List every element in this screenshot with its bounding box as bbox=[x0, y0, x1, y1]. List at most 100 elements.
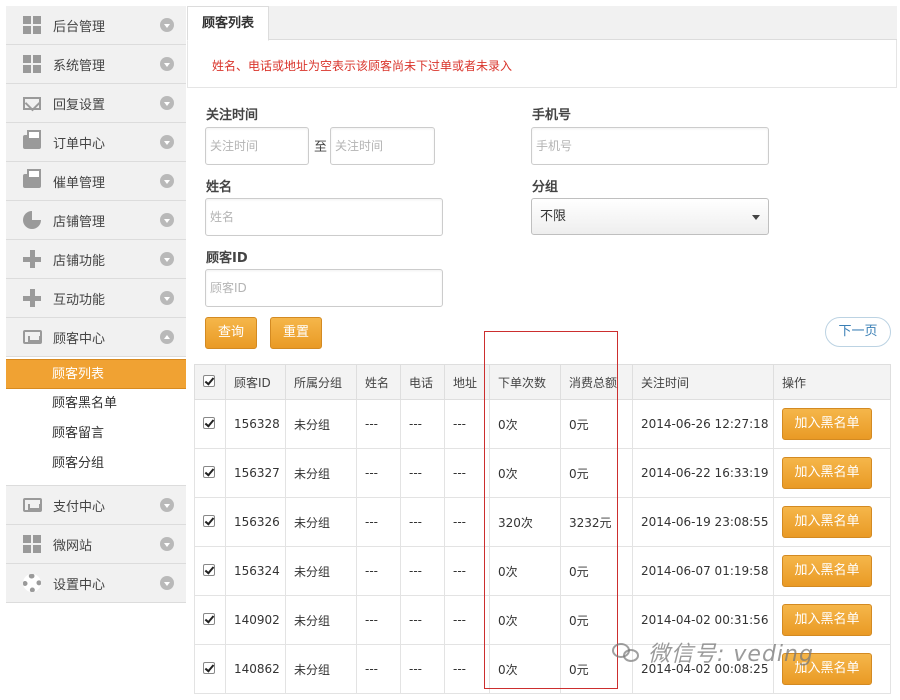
sidebar-item-label: 顾客中心 bbox=[53, 331, 106, 347]
phone-input[interactable] bbox=[531, 127, 769, 165]
cell-phone: --- bbox=[400, 448, 445, 498]
cell-id: 156327 bbox=[225, 448, 286, 498]
row-select-cell[interactable] bbox=[194, 546, 226, 596]
sidebar-subitem[interactable]: 顾客列表 bbox=[6, 359, 186, 389]
sidebar-item[interactable]: 系统管理 bbox=[6, 45, 186, 84]
sidebar-item[interactable]: 设置中心 bbox=[6, 564, 186, 603]
sidebar-item[interactable]: 顾客中心 bbox=[6, 318, 186, 357]
customer-id-input[interactable] bbox=[205, 269, 443, 307]
group-select[interactable]: 不限 bbox=[531, 198, 769, 235]
sidebar-item-label: 设置中心 bbox=[53, 577, 106, 593]
customer-id-label: 顾客ID bbox=[206, 251, 248, 266]
tab-customer-list[interactable]: 顾客列表 bbox=[187, 6, 269, 41]
cell-orders: 0次 bbox=[489, 644, 561, 694]
sidebar-item-label: 后台管理 bbox=[53, 19, 106, 35]
add-to-blacklist-button[interactable]: 加入黑名单 bbox=[782, 457, 872, 489]
sidebar-item[interactable]: 回复设置 bbox=[6, 84, 186, 123]
add-to-blacklist-button[interactable]: 加入黑名单 bbox=[782, 555, 872, 587]
sidebar-item[interactable]: 微网站 bbox=[6, 525, 186, 564]
sidebar-item[interactable]: 店铺管理 bbox=[6, 201, 186, 240]
chevron-down-icon[interactable] bbox=[160, 213, 174, 227]
row-select-cell[interactable] bbox=[194, 399, 226, 449]
select-all-cell[interactable] bbox=[194, 364, 226, 400]
sidebar-item-label: 互动功能 bbox=[53, 292, 106, 308]
chevron-up-icon[interactable] bbox=[160, 330, 174, 344]
chevron-down-icon[interactable] bbox=[160, 498, 174, 512]
col-header: 顾客ID bbox=[225, 364, 286, 400]
sidebar-item[interactable]: 互动功能 bbox=[6, 279, 186, 318]
select-all-checkbox[interactable] bbox=[203, 374, 215, 387]
printer-icon bbox=[21, 130, 43, 153]
sidebar-item[interactable]: 店铺功能 bbox=[6, 240, 186, 279]
row-checkbox[interactable] bbox=[203, 465, 215, 478]
row-checkbox[interactable] bbox=[203, 416, 215, 429]
cell-id: 156326 bbox=[225, 497, 286, 547]
row-checkbox[interactable] bbox=[203, 563, 215, 576]
add-to-blacklist-button[interactable]: 加入黑名单 bbox=[782, 604, 872, 636]
row-checkbox[interactable] bbox=[203, 514, 215, 527]
sidebar-item[interactable]: 催单管理 bbox=[6, 162, 186, 201]
search-button[interactable]: 查询 bbox=[205, 317, 257, 349]
cell-orders: 0次 bbox=[489, 399, 561, 449]
cell-total: 0元 bbox=[560, 448, 633, 498]
sidebar-item[interactable]: 后台管理 bbox=[6, 6, 186, 45]
col-header: 关注时间 bbox=[632, 364, 774, 400]
cell-group: 未分组 bbox=[285, 595, 357, 645]
cell-time: 2014-06-22 16:33:19 bbox=[632, 448, 774, 498]
col-header: 姓名 bbox=[356, 364, 401, 400]
row-select-cell[interactable] bbox=[194, 644, 226, 694]
inbox-icon bbox=[21, 326, 43, 348]
row-checkbox[interactable] bbox=[203, 612, 215, 625]
grid-icon bbox=[21, 53, 43, 75]
chevron-down-icon[interactable] bbox=[160, 252, 174, 266]
table-header-row: 顾客ID 所属分组 姓名 电话 地址 下单次数 消费总额 关注时间 操作 bbox=[194, 364, 891, 400]
follow-time-end-input[interactable] bbox=[330, 127, 435, 165]
add-to-blacklist-button[interactable]: 加入黑名单 bbox=[782, 506, 872, 538]
add-to-blacklist-button[interactable]: 加入黑名单 bbox=[782, 408, 872, 440]
cell-address: --- bbox=[444, 448, 490, 498]
wechat-icon bbox=[612, 641, 642, 663]
chevron-down-icon[interactable] bbox=[160, 135, 174, 149]
cell-orders: 0次 bbox=[489, 546, 561, 596]
cell-name: --- bbox=[356, 448, 401, 498]
row-checkbox[interactable] bbox=[203, 661, 215, 674]
cell-name: --- bbox=[356, 497, 401, 547]
cell-orders: 320次 bbox=[489, 497, 561, 547]
main-panel: 顾客列表 姓名、电话或地址为空表示该顾客尚未下过单或者未录入 关注时间 至 手机… bbox=[187, 6, 897, 700]
mail-icon bbox=[21, 92, 43, 114]
sidebar-item-label: 店铺功能 bbox=[53, 253, 106, 269]
sidebar-item-label: 订单中心 bbox=[53, 136, 106, 152]
row-select-cell[interactable] bbox=[194, 448, 226, 498]
cell-time: 2014-06-26 12:27:18 bbox=[632, 399, 774, 449]
chevron-down-icon[interactable] bbox=[160, 576, 174, 590]
cell-orders: 0次 bbox=[489, 448, 561, 498]
group-select-value: 不限 bbox=[540, 209, 567, 224]
chevron-down-icon[interactable] bbox=[160, 18, 174, 32]
chevron-down-icon[interactable] bbox=[160, 291, 174, 305]
sidebar-item[interactable]: 支付中心 bbox=[6, 486, 186, 525]
sidebar-subitem[interactable]: 顾客分组 bbox=[6, 449, 186, 479]
next-page-button[interactable]: 下一页 bbox=[825, 317, 891, 347]
sidebar-item-label: 回复设置 bbox=[53, 97, 106, 113]
chevron-down-icon[interactable] bbox=[160, 537, 174, 551]
chevron-down-icon[interactable] bbox=[160, 57, 174, 71]
watermark: 微信号: veding bbox=[612, 636, 814, 668]
grid-icon bbox=[21, 533, 43, 555]
cell-total: 0元 bbox=[560, 399, 633, 449]
table-row: 156328 未分组 --- --- --- 0次 0元 2014-06-26 12:27:1… bbox=[194, 399, 891, 449]
row-select-cell[interactable] bbox=[194, 497, 226, 547]
name-input[interactable] bbox=[205, 198, 443, 236]
cell-time: 2014-06-07 01:19:58 bbox=[632, 546, 774, 596]
follow-time-start-input[interactable] bbox=[205, 127, 309, 165]
chevron-down-icon[interactable] bbox=[160, 174, 174, 188]
col-header: 操作 bbox=[773, 364, 891, 400]
row-select-cell[interactable] bbox=[194, 595, 226, 645]
reset-button[interactable]: 重置 bbox=[270, 317, 322, 349]
chevron-down-icon[interactable] bbox=[160, 96, 174, 110]
sidebar-subitem[interactable]: 顾客留言 bbox=[6, 419, 186, 449]
tab-bar: 顾客列表 bbox=[187, 6, 897, 41]
to-label: 至 bbox=[314, 140, 328, 155]
pie-chart-icon bbox=[21, 209, 43, 231]
sidebar-subitem[interactable]: 顾客黑名单 bbox=[6, 389, 186, 419]
sidebar-item[interactable]: 订单中心 bbox=[6, 123, 186, 162]
